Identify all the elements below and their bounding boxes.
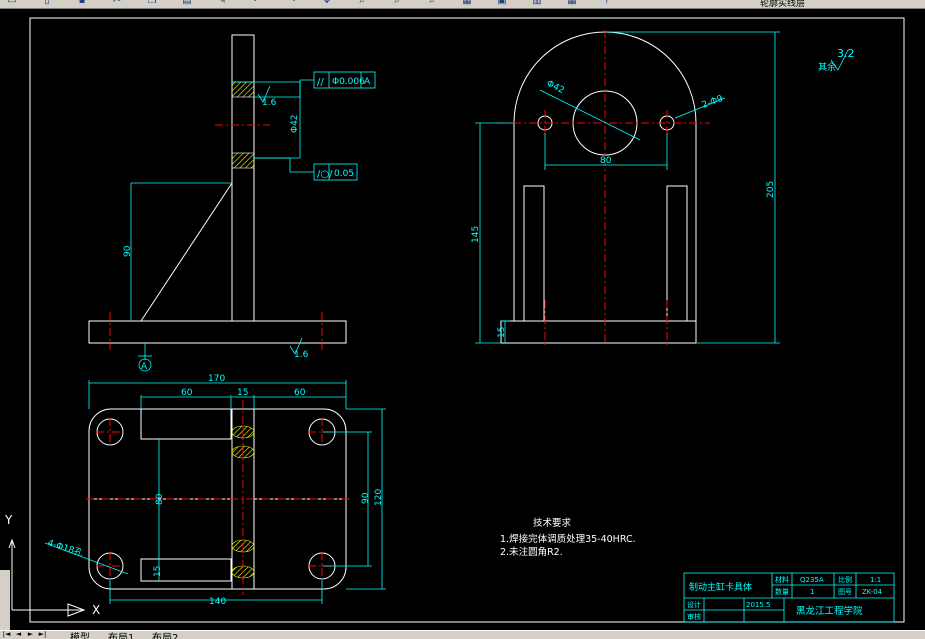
- notes-line1: 1.焊接完体调质处理35-40HRC.: [500, 533, 636, 545]
- open-icon[interactable]: ▯: [41, 0, 53, 6]
- zoom-window-icon[interactable]: ⌕: [391, 0, 403, 6]
- redo-icon[interactable]: ↷: [286, 0, 298, 6]
- notes-line2: 2.未注圆角R2.: [500, 546, 563, 558]
- drawing-canvas[interactable]: // /○/ Φ42 90 1.6 1.6 A Φ0.006 A 0.05 Φ4…: [0, 8, 925, 630]
- tb-date: 2015.5: [746, 601, 771, 609]
- dim-140: 140: [209, 597, 226, 607]
- save-icon[interactable]: ▪: [76, 0, 88, 6]
- dim-80-plan: 80: [155, 493, 165, 505]
- tb-drawing-no: ZK-04: [862, 588, 883, 596]
- roughness-rest-label: 其余: [818, 61, 836, 73]
- zoom-previous-icon[interactable]: ⌕: [426, 0, 438, 6]
- plan-center-lines: [86, 400, 350, 595]
- side-center-lines: [497, 30, 710, 345]
- dim-15-top: 15: [237, 388, 248, 398]
- tb-qty-label: 数量: [775, 587, 789, 596]
- datum-a-label: A: [141, 362, 148, 372]
- front-view[interactable]: [88, 34, 347, 344]
- dim-4-phi18: 4-Φ18孔: [46, 537, 84, 559]
- front-tol-symbol-cylinder: /○/: [317, 169, 333, 180]
- undo-icon[interactable]: ↶: [251, 0, 263, 6]
- hatch-bore-bottom: [231, 152, 255, 169]
- side-view[interactable]: [500, 31, 697, 344]
- new-icon[interactable]: ▭: [6, 0, 18, 6]
- dim-60-left: 60: [181, 388, 193, 398]
- tb-scale-label: 比例: [838, 575, 852, 584]
- dim-80-side: 80: [600, 156, 612, 166]
- dim-60-right: 60: [294, 388, 306, 398]
- pan-icon[interactable]: ✥: [321, 0, 333, 6]
- tb-qty: 1: [810, 588, 814, 596]
- dim-205: 205: [766, 181, 776, 198]
- dim-15-plan: 15: [153, 566, 163, 577]
- dim-1-6-top: 1.6: [262, 98, 277, 108]
- ucs-x-label: X: [92, 603, 100, 617]
- copy-icon[interactable]: ❐: [146, 0, 158, 6]
- dim-1-6-bottom: 1.6: [294, 350, 309, 360]
- tb-checker-label: 审核: [687, 612, 701, 621]
- design-center-icon[interactable]: ▣: [496, 0, 508, 6]
- tol-cyl-value: 0.05: [334, 169, 354, 179]
- tb-material-label: 材料: [775, 575, 789, 584]
- dim-145: 145: [471, 226, 481, 243]
- cut-icon[interactable]: ✂: [111, 0, 123, 6]
- dim-15-side: 15: [497, 327, 507, 338]
- tol-parallel-datum: A: [364, 77, 371, 87]
- match-icon[interactable]: ✎: [216, 0, 228, 6]
- tb-school: 黑龙江工程学院: [796, 605, 863, 617]
- properties-icon[interactable]: ▦: [461, 0, 473, 6]
- side-dims: [475, 31, 849, 344]
- tb-drawing-no-label: 图号: [838, 588, 852, 596]
- dim-90-plan: 90: [361, 492, 371, 504]
- tb-designer-label: 设计: [687, 600, 701, 609]
- dim-phi42-front: Φ42: [290, 114, 300, 133]
- front-tol-symbol-parallel: //: [317, 77, 324, 88]
- tb-material: Q235A: [800, 576, 824, 584]
- drawing-frame: [29, 17, 905, 623]
- dim-170: 170: [208, 374, 225, 384]
- dim-2-phi9: 2-Φ9: [701, 94, 725, 111]
- tb-part-name: 制动主缸卡具体: [689, 581, 752, 593]
- notes-title: 技术要求: [533, 517, 572, 529]
- ucs-y-label: Y: [4, 513, 13, 527]
- zoom-realtime-icon[interactable]: ⌕: [356, 0, 368, 6]
- tool-palette-icon[interactable]: ▥: [531, 0, 543, 6]
- roughness-value: 3.2: [837, 47, 855, 60]
- dim-120: 120: [374, 489, 384, 506]
- calculator-icon[interactable]: ▦: [566, 0, 578, 6]
- hatch-bore-top: [231, 81, 255, 98]
- command-strip: [0, 570, 10, 630]
- dim-90-left: 90: [123, 245, 133, 257]
- help-icon[interactable]: ?: [601, 0, 613, 6]
- paste-icon[interactable]: ▤: [181, 0, 193, 6]
- tol-parallel-value: Φ0.006: [332, 77, 365, 87]
- front-dims: [130, 71, 376, 372]
- tb-scale: 1:1: [870, 576, 881, 584]
- plan-dims: [44, 380, 386, 604]
